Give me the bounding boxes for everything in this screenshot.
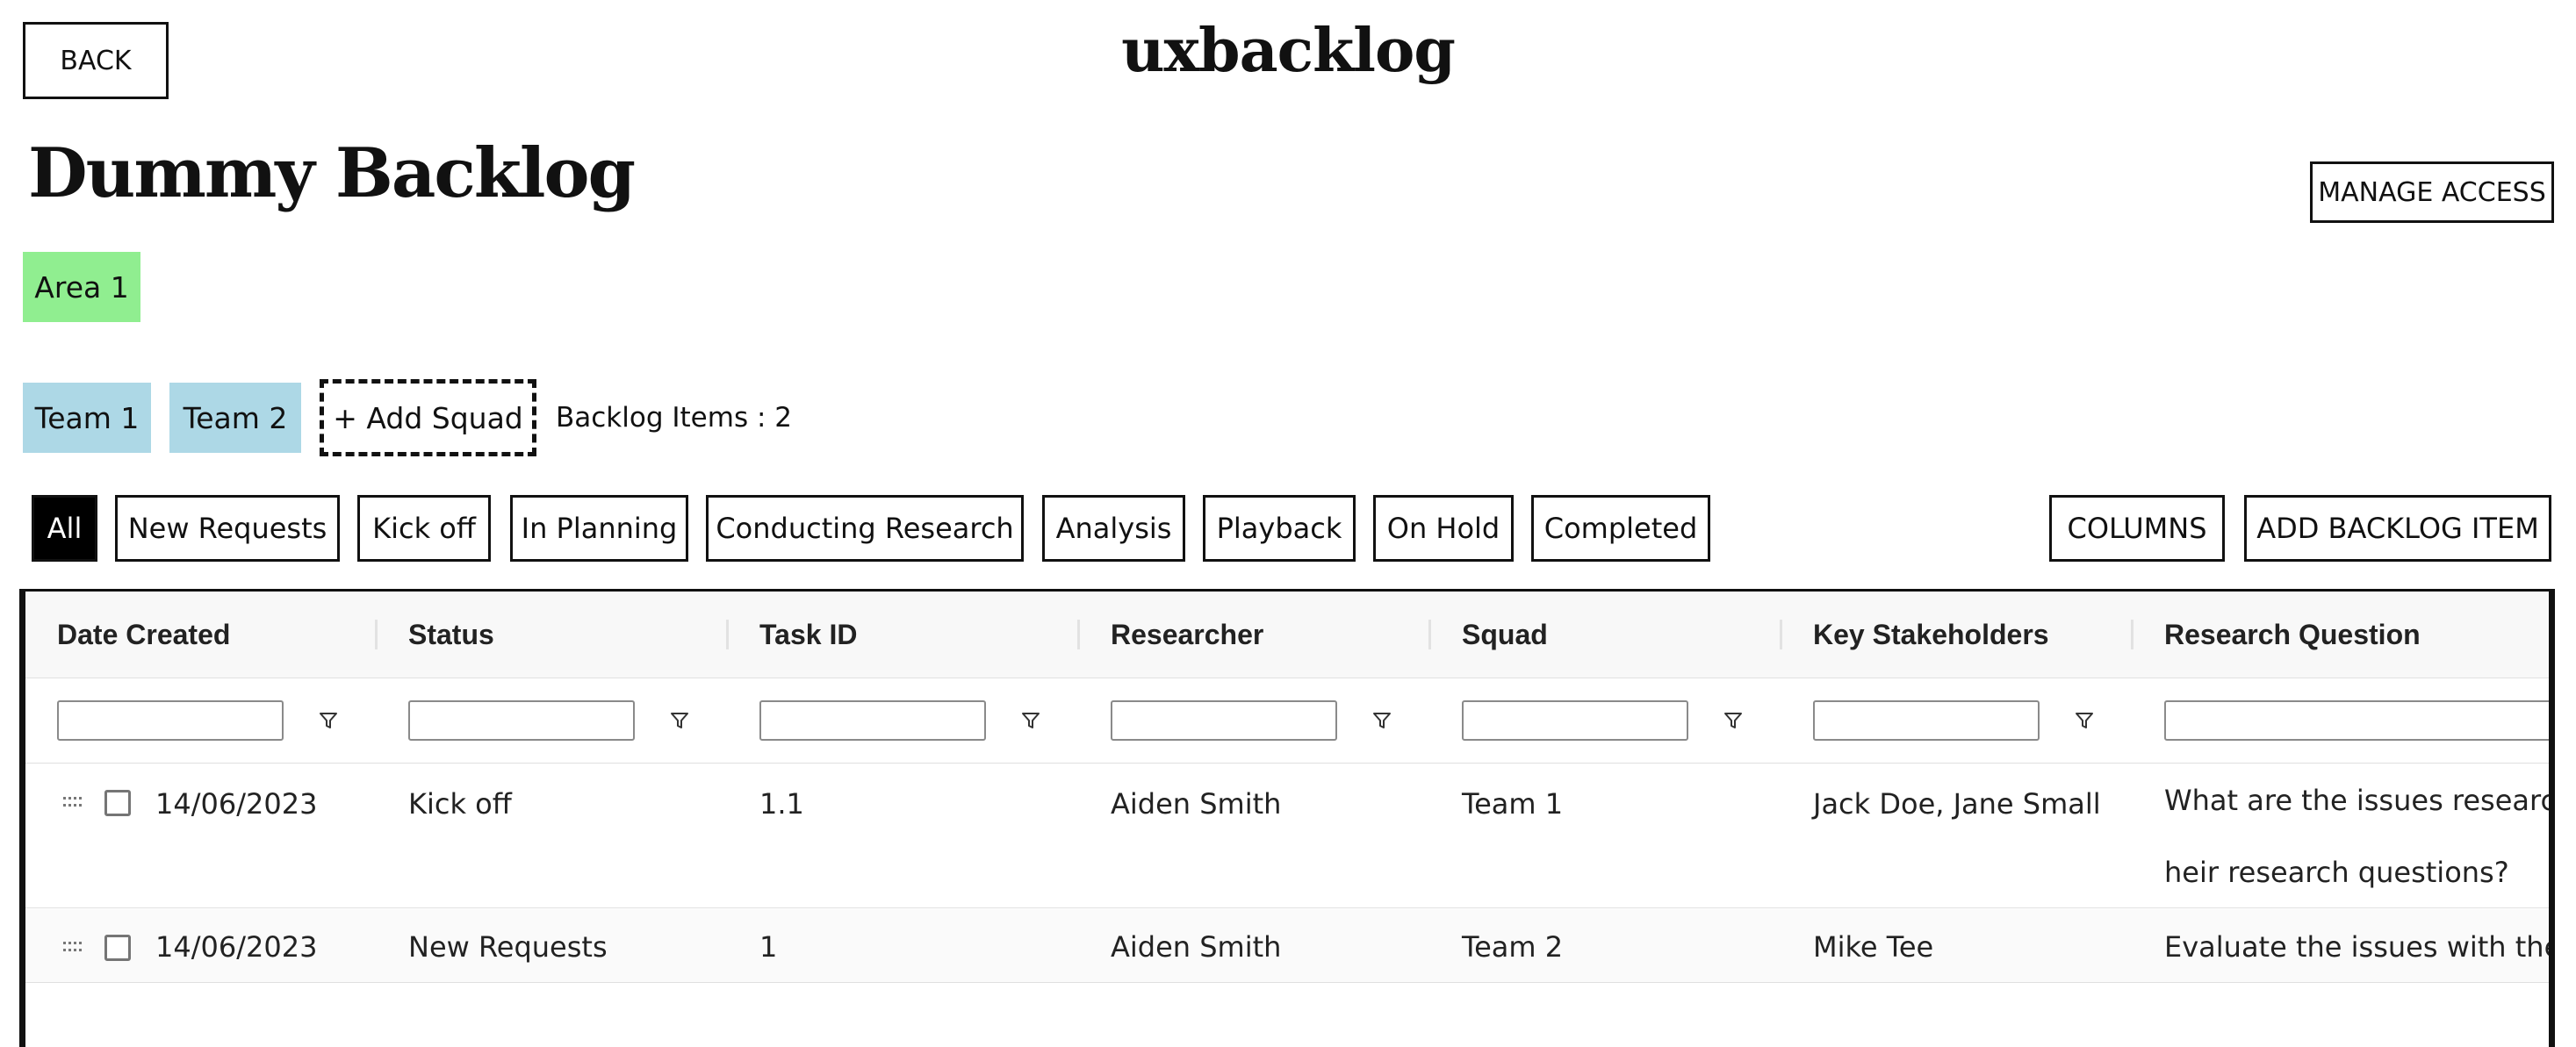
column-resize-handle[interactable] xyxy=(1077,620,1080,649)
page-title: Dummy Backlog xyxy=(28,133,636,213)
filter-tab-kick-off[interactable]: Kick off xyxy=(357,495,491,562)
add-squad-button[interactable]: + Add Squad xyxy=(320,379,536,456)
task-id-cell: 1 xyxy=(759,930,778,964)
date-created-cell: 14/06/2023 xyxy=(155,930,318,964)
table-row[interactable]: 14/06/2023 Kick off 1.1 Aiden Smith Team… xyxy=(25,764,2549,908)
filter-tab-completed[interactable]: Completed xyxy=(1531,495,1710,562)
squad-chip-team-2[interactable]: Team 2 xyxy=(169,383,301,453)
backlog-table: Date Created Status Task ID Researcher S… xyxy=(19,589,2555,1047)
task-id-cell: 1.1 xyxy=(759,787,804,821)
filter-funnel-icon[interactable] xyxy=(1021,711,1040,730)
filter-tab-on-hold[interactable]: On Hold xyxy=(1373,495,1514,562)
key-stakeholders-cell: Jack Doe, Jane Small xyxy=(1813,787,2101,821)
filter-funnel-icon[interactable] xyxy=(1723,711,1743,730)
column-filter-row xyxy=(25,679,2549,764)
column-header-researcher[interactable]: Researcher xyxy=(1111,592,1263,678)
key-stakeholders-cell: Mike Tee xyxy=(1813,930,1934,964)
column-header-key-stakeholders[interactable]: Key Stakeholders xyxy=(1813,592,2049,678)
filter-tab-playback[interactable]: Playback xyxy=(1203,495,1356,562)
table-header: Date Created Status Task ID Researcher S… xyxy=(25,592,2549,678)
key-stakeholders-filter-input[interactable] xyxy=(1813,700,2040,741)
column-resize-handle[interactable] xyxy=(1780,620,1782,649)
add-backlog-item-button[interactable]: ADD BACKLOG ITEM xyxy=(2244,495,2551,562)
filter-tab-in-planning[interactable]: In Planning xyxy=(510,495,688,562)
columns-button[interactable]: COLUMNS xyxy=(2049,495,2225,562)
status-cell: Kick off xyxy=(408,787,512,821)
date-created-filter-input[interactable] xyxy=(57,700,284,741)
squad-cell: Team 2 xyxy=(1462,930,1564,964)
column-header-task-id[interactable]: Task ID xyxy=(759,592,857,678)
filter-tab-conducting-research[interactable]: Conducting Research xyxy=(706,495,1024,562)
column-header-squad[interactable]: Squad xyxy=(1462,592,1548,678)
filter-funnel-icon[interactable] xyxy=(319,711,338,730)
researcher-cell: Aiden Smith xyxy=(1111,930,1282,964)
status-cell: New Requests xyxy=(408,930,608,964)
manage-access-button[interactable]: MANAGE ACCESS xyxy=(2310,161,2554,223)
filter-tab-analysis[interactable]: Analysis xyxy=(1042,495,1185,562)
research-question-filter-input[interactable] xyxy=(2164,700,2549,741)
research-question-line: heir research questions? xyxy=(2164,856,2509,889)
column-resize-handle[interactable] xyxy=(375,620,378,649)
filter-tab-all[interactable]: All xyxy=(32,495,97,562)
squad-chip-team-1[interactable]: Team 1 xyxy=(23,383,151,453)
area-chip-area-1[interactable]: Area 1 xyxy=(23,252,140,322)
squad-cell: Team 1 xyxy=(1462,787,1564,821)
column-resize-handle[interactable] xyxy=(1428,620,1431,649)
row-select-checkbox[interactable] xyxy=(104,790,131,816)
column-resize-handle[interactable] xyxy=(726,620,729,649)
status-filter-input[interactable] xyxy=(408,700,635,741)
column-header-date-created[interactable]: Date Created xyxy=(57,592,230,678)
filter-tab-new-requests[interactable]: New Requests xyxy=(115,495,340,562)
filter-funnel-icon[interactable] xyxy=(2075,711,2094,730)
app-title: uxbacklog xyxy=(1121,16,1456,86)
researcher-filter-input[interactable] xyxy=(1111,700,1337,741)
squad-filter-input[interactable] xyxy=(1462,700,1688,741)
filter-funnel-icon[interactable] xyxy=(1372,711,1392,730)
column-resize-handle[interactable] xyxy=(2131,620,2133,649)
row-select-checkbox[interactable] xyxy=(104,935,131,961)
filter-funnel-icon[interactable] xyxy=(670,711,689,730)
task-id-filter-input[interactable] xyxy=(759,700,986,741)
research-question-cell: Evaluate the issues with the f xyxy=(2164,930,2555,964)
table-row[interactable]: 14/06/2023 New Requests 1 Aiden Smith Te… xyxy=(25,909,2549,983)
column-header-research-question[interactable]: Research Question xyxy=(2164,592,2421,678)
research-question-cell: What are the issues research heir resear… xyxy=(2164,764,2555,908)
drag-handle-icon[interactable] xyxy=(62,795,82,809)
drag-handle-icon[interactable] xyxy=(62,940,82,954)
researcher-cell: Aiden Smith xyxy=(1111,787,1282,821)
column-header-status[interactable]: Status xyxy=(408,592,494,678)
backlog-items-count: Backlog Items : 2 xyxy=(556,402,792,434)
research-question-line: What are the issues research xyxy=(2164,784,2555,817)
date-created-cell: 14/06/2023 xyxy=(155,787,318,821)
